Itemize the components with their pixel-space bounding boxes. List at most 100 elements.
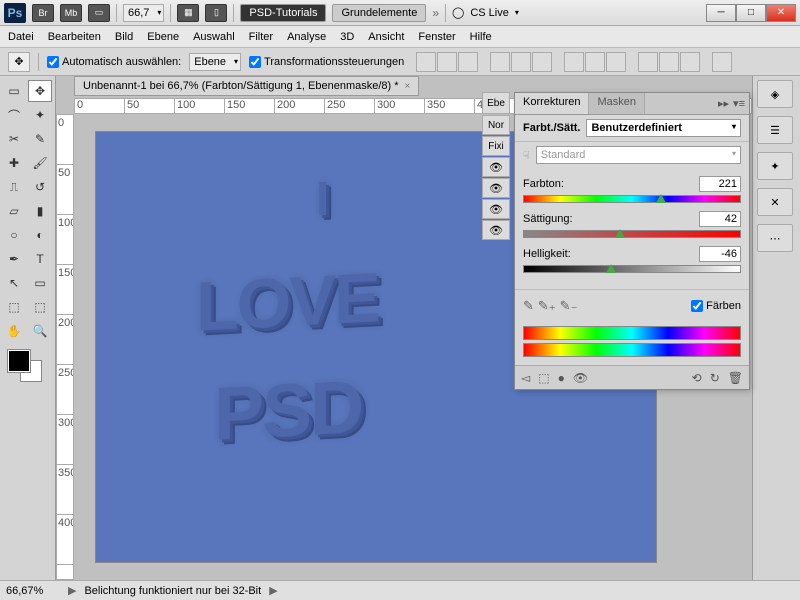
footer-eye-icon[interactable]: 👁 — [573, 371, 588, 385]
workspace-tab-light[interactable]: Grundelemente — [332, 4, 426, 22]
dock-more-icon[interactable]: ⋯ — [757, 224, 793, 252]
sat-slider[interactable] — [523, 230, 741, 240]
menu-bild[interactable]: Bild — [115, 31, 133, 43]
tool-wand[interactable]: ✦ — [28, 104, 52, 126]
workspace-more-icon[interactable]: » — [432, 6, 439, 20]
close-button[interactable]: ✕ — [766, 4, 796, 22]
blend-mode-peek[interactable]: Nor — [482, 115, 510, 135]
lock-peek[interactable]: Fixi — [482, 136, 510, 156]
dock-layers-icon[interactable]: ◈ — [757, 80, 793, 108]
viewextras-icon[interactable]: ▦ — [177, 4, 199, 22]
panel-collapse-icon[interactable]: ▸▸ — [718, 97, 729, 110]
tool-hand[interactable]: ✋ — [2, 320, 26, 342]
tool-eraser[interactable]: ▱ — [2, 200, 26, 222]
tool-lasso[interactable]: ⌒ — [2, 104, 26, 126]
zoom-select[interactable]: 66,7 — [123, 4, 164, 22]
hand-icon[interactable]: ☟ — [523, 149, 530, 162]
fg-color[interactable] — [8, 350, 30, 372]
tool-brush[interactable]: 🖌 — [28, 152, 52, 174]
lig-input[interactable]: -46 — [699, 246, 741, 262]
footer-expand-icon[interactable]: ⬚ — [538, 371, 549, 385]
align-group-2[interactable] — [490, 52, 552, 72]
tool-shape[interactable]: ▭ — [28, 272, 52, 294]
menu-hilfe[interactable]: Hilfe — [470, 31, 492, 43]
tool-path[interactable]: ↖ — [2, 272, 26, 294]
document-tab-label: Unbenannt-1 bei 66,7% (Farbton/Sättigung… — [83, 80, 399, 92]
status-zoom[interactable]: 66,67% — [6, 585, 60, 597]
tool-type[interactable]: T — [28, 248, 52, 270]
footer-reset-icon[interactable]: ↻ — [710, 371, 720, 385]
maximize-button[interactable]: □ — [736, 4, 766, 22]
menu-bearbeiten[interactable]: Bearbeiten — [48, 31, 101, 43]
hue-input[interactable]: 221 — [699, 176, 741, 192]
eyedropper-group[interactable]: ✎✎₊✎₋ — [523, 298, 577, 314]
align-group[interactable] — [416, 52, 478, 72]
menu-ansicht[interactable]: Ansicht — [368, 31, 404, 43]
tool-history[interactable]: ↺ — [28, 176, 52, 198]
footer-clip-icon[interactable]: ● — [558, 371, 565, 385]
layer-visibility-4[interactable]: 👁 — [482, 220, 510, 240]
cslive-label[interactable]: CS Live — [470, 7, 509, 19]
menu-filter[interactable]: Filter — [249, 31, 273, 43]
cslive-icon[interactable]: ◯ — [452, 6, 464, 19]
status-arrow-icon[interactable]: ▶ — [269, 584, 277, 597]
dock-adjust-icon[interactable]: ☰ — [757, 116, 793, 144]
tool-3d[interactable]: ⬚ — [2, 296, 26, 318]
menu-datei[interactable]: Datei — [8, 31, 34, 43]
sat-input[interactable]: 42 — [699, 211, 741, 227]
auto-select-checkbox[interactable]: Automatisch auswählen: — [47, 56, 181, 68]
screenmode-icon[interactable]: ▭ — [88, 4, 110, 22]
hue-slider[interactable] — [523, 195, 741, 205]
range-dropdown[interactable]: Standard — [536, 146, 741, 164]
tool-marquee[interactable]: ▭ — [2, 80, 26, 102]
tool-stamp[interactable]: ⎍ — [2, 176, 26, 198]
tool-gradient[interactable]: ▮ — [28, 200, 52, 222]
menu-3d[interactable]: 3D — [340, 31, 354, 43]
transform-controls-checkbox[interactable]: Transformationssteuerungen — [249, 56, 404, 68]
dock-history-icon[interactable]: ✕ — [757, 188, 793, 216]
distribute-group[interactable] — [564, 52, 626, 72]
tab-korrekturen[interactable]: Korrekturen — [515, 93, 589, 114]
close-doc-icon[interactable]: × — [405, 81, 411, 92]
auto-align-button[interactable] — [712, 52, 732, 72]
panel-menu-icon[interactable]: ▾≡ — [733, 97, 745, 110]
footer-prev-icon[interactable]: ⟲ — [692, 371, 702, 385]
preset-dropdown[interactable]: Benutzerdefiniert — [586, 119, 741, 137]
tab-masken[interactable]: Masken — [589, 93, 645, 114]
tool-move[interactable]: ✥ — [28, 80, 52, 102]
tool-crop[interactable]: ✂ — [2, 128, 26, 150]
distribute-group-2[interactable] — [638, 52, 700, 72]
panel-tab-ebenen[interactable]: Ebe — [482, 92, 510, 114]
menu-ebene[interactable]: Ebene — [147, 31, 179, 43]
layer-visibility-2[interactable]: 👁 — [482, 178, 510, 198]
colorize-checkbox[interactable]: Färben — [691, 300, 741, 312]
lig-slider[interactable] — [523, 265, 741, 275]
dock-brush-icon[interactable]: ✦ — [757, 152, 793, 180]
layer-visibility-1[interactable]: 👁 — [482, 157, 510, 177]
tool-blur[interactable]: ○ — [2, 224, 26, 246]
menu-analyse[interactable]: Analyse — [287, 31, 326, 43]
tool-eyedropper[interactable]: ✎ — [28, 128, 52, 150]
minibridge-icon[interactable]: Mb — [60, 4, 82, 22]
document-tab[interactable]: Unbenannt-1 bei 66,7% (Farbton/Sättigung… — [74, 76, 419, 96]
menu-fenster[interactable]: Fenster — [418, 31, 455, 43]
status-bar: 66,67% ▶ Belichtung funktioniert nur bei… — [0, 580, 800, 600]
tool-zoom[interactable]: 🔍 — [28, 320, 52, 342]
status-play-icon[interactable]: ▶ — [68, 584, 76, 597]
auto-select-target[interactable]: Ebene — [189, 53, 241, 71]
minimize-button[interactable]: ─ — [706, 4, 736, 22]
tool-heal[interactable]: ✚ — [2, 152, 26, 174]
footer-back-icon[interactable]: ◅ — [521, 371, 530, 385]
options-bar: ✥ Automatisch auswählen: Ebene Transform… — [0, 48, 800, 76]
bridge-icon[interactable]: Br — [32, 4, 54, 22]
arrange-icon[interactable]: ▯ — [205, 4, 227, 22]
tool-dodge[interactable]: ◐ — [28, 224, 52, 246]
move-tool-icon[interactable]: ✥ — [8, 52, 30, 72]
layer-visibility-3[interactable]: 👁 — [482, 199, 510, 219]
color-swatches[interactable] — [2, 350, 53, 386]
footer-trash-icon[interactable]: 🗑 — [728, 371, 743, 385]
tool-3dcam[interactable]: ⬚ — [28, 296, 52, 318]
workspace-tab-dark[interactable]: PSD-Tutorials — [240, 4, 326, 22]
menu-auswahl[interactable]: Auswahl — [193, 31, 235, 43]
tool-pen[interactable]: ✒ — [2, 248, 26, 270]
